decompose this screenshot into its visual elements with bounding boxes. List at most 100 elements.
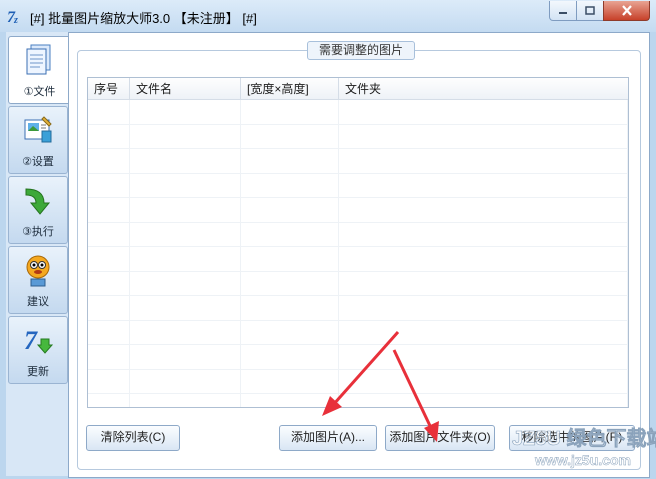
- table-cell: [241, 100, 339, 124]
- execute-arrow-icon: [25, 188, 51, 215]
- clear-list-button[interactable]: 清除列表(C): [86, 425, 180, 451]
- table-row: [88, 296, 628, 321]
- maximize-button[interactable]: [576, 1, 604, 21]
- sidebar-item-label: 建议: [27, 296, 49, 308]
- svg-text:www.jz5u.com: www.jz5u.com: [534, 452, 631, 468]
- table-cell: [241, 149, 339, 173]
- table-cell: [88, 369, 130, 393]
- svg-text:7: 7: [24, 326, 38, 355]
- sidebar-item-execute[interactable]: ③执行: [8, 176, 68, 244]
- sidebar-item-files[interactable]: ①文件: [8, 36, 71, 104]
- table-cell: [339, 149, 628, 173]
- table-cell: [88, 198, 130, 222]
- app-logo-icon: 7 z: [7, 9, 18, 26]
- table-cell: [130, 296, 241, 320]
- table-row: [88, 345, 628, 370]
- file-panel: 需要调整的图片 序号 文件名 [宽度×高度] 文件夹 清除列表(C) 添加图片(…: [68, 32, 650, 478]
- update-download-icon: 7: [24, 326, 54, 355]
- table-cell: [241, 345, 339, 369]
- table-cell: [130, 173, 241, 197]
- table-row: [88, 247, 628, 272]
- table-row: [88, 394, 628, 407]
- group-title: 需要调整的图片: [307, 41, 415, 60]
- sidebar-item-label: 更新: [27, 366, 49, 378]
- table-cell: [241, 124, 339, 148]
- column-header-folder[interactable]: 文件夹: [339, 78, 628, 99]
- add-images-button[interactable]: 添加图片(A)...: [279, 425, 377, 451]
- image-list[interactable]: 序号 文件名 [宽度×高度] 文件夹: [87, 77, 629, 408]
- table-cell: [88, 345, 130, 369]
- table-row: [88, 149, 628, 174]
- table-cell: [88, 320, 130, 344]
- svg-text:JZ5U 绿色下载站: JZ5U 绿色下载站: [512, 426, 656, 450]
- table-cell: [339, 296, 628, 320]
- table-cell: [339, 124, 628, 148]
- table-row: [88, 369, 628, 394]
- table-cell: [241, 296, 339, 320]
- table-cell: [130, 320, 241, 344]
- table-cell: [339, 198, 628, 222]
- table-cell: [88, 271, 130, 295]
- table-cell: [339, 173, 628, 197]
- table-cell: [130, 271, 241, 295]
- table-cell: [339, 345, 628, 369]
- maximize-icon: [585, 6, 595, 15]
- table-cell: [130, 247, 241, 271]
- sidebar-item-label: ②设置: [22, 156, 54, 168]
- column-header-index[interactable]: 序号: [88, 78, 130, 99]
- close-button[interactable]: [603, 1, 650, 21]
- watermark: JZ5U 绿色下载站 www.jz5u.com: [512, 426, 656, 469]
- window-title: [#] 批量图片缩放大师3.0 【未注册】 [#]: [30, 11, 257, 26]
- table-cell: [339, 369, 628, 393]
- list-rows: [88, 100, 628, 407]
- close-icon: [621, 5, 632, 16]
- table-cell: [339, 320, 628, 344]
- table-cell: [339, 247, 628, 271]
- sidebar-item-suggestion[interactable]: 建议: [8, 246, 68, 314]
- sidebar: ①文件 ②设置 ③执行 建议 7 更新: [6, 32, 71, 476]
- table-cell: [241, 222, 339, 246]
- add-folder-button[interactable]: 添加图片文件夹(O): [385, 425, 495, 451]
- sidebar-item-settings[interactable]: ②设置: [8, 106, 68, 174]
- table-row: [88, 320, 628, 345]
- table-cell: [241, 394, 339, 407]
- table-cell: [130, 345, 241, 369]
- suggestion-mascot-icon: [26, 255, 50, 287]
- table-cell: [88, 100, 130, 124]
- sidebar-item-update[interactable]: 7 更新: [8, 316, 68, 384]
- table-row: [88, 100, 628, 125]
- table-cell: [339, 100, 628, 124]
- column-header-filename[interactable]: 文件名: [130, 78, 241, 99]
- table-cell: [339, 271, 628, 295]
- table-cell: [130, 124, 241, 148]
- table-cell: [130, 100, 241, 124]
- table-cell: [339, 394, 628, 407]
- table-cell: [241, 173, 339, 197]
- table-cell: [241, 198, 339, 222]
- table-cell: [88, 247, 130, 271]
- table-row: [88, 173, 628, 198]
- table-cell: [130, 394, 241, 407]
- table-cell: [130, 149, 241, 173]
- file-pages-icon: [26, 44, 51, 75]
- sidebar-item-label: ③执行: [22, 226, 54, 238]
- table-cell: [88, 124, 130, 148]
- table-cell: [88, 173, 130, 197]
- table-cell: [241, 247, 339, 271]
- table-row: [88, 271, 628, 296]
- minimize-icon: [559, 11, 567, 14]
- table-cell: [88, 296, 130, 320]
- table-cell: [241, 320, 339, 344]
- settings-image-icon: [24, 116, 52, 143]
- svg-text:z: z: [13, 15, 18, 26]
- table-cell: [88, 394, 130, 407]
- table-row: [88, 222, 628, 247]
- column-header-dimensions[interactable]: [宽度×高度]: [241, 78, 339, 99]
- table-cell: [339, 222, 628, 246]
- table-row: [88, 124, 628, 149]
- table-row: [88, 198, 628, 223]
- title-bar: 7 z [#] 批量图片缩放大师3.0 【未注册】 [#]: [0, 0, 656, 32]
- minimize-button[interactable]: [549, 1, 577, 21]
- table-cell: [130, 369, 241, 393]
- table-cell: [241, 271, 339, 295]
